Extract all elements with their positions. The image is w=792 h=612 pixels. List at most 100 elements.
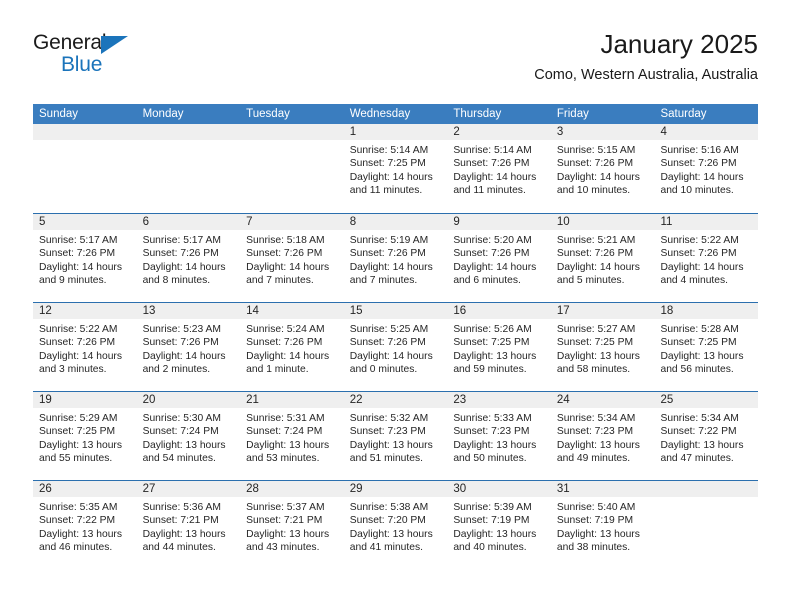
sunrise-text: Sunrise: 5:14 AM <box>349 145 429 156</box>
sunset-text: Sunset: 7:21 PM <box>246 515 323 527</box>
calendar-day-cell[interactable]: 11 Sunrise: 5:22 AM Sunset: 7:26 PM Dayligh… <box>654 214 759 302</box>
day-details: Sunrise: 5:15 AM Sunset: 7:26 PM Daylight:… <box>551 141 655 198</box>
day-number <box>33 124 137 141</box>
day-number: 25 <box>654 392 759 409</box>
daylight-text: Daylight: 14 hours and 10 minutes. <box>556 171 640 197</box>
sunrise-text: Sunrise: 5:38 AM <box>349 502 429 513</box>
sunrise-text: Sunrise: 5:28 AM <box>660 324 739 335</box>
sunset-text: Sunset: 7:26 PM <box>660 248 737 260</box>
day-details: Sunrise: 5:16 AM Sunset: 7:26 PM Daylight:… <box>654 141 758 198</box>
sunrise-text: Sunrise: 5:22 AM <box>39 324 118 335</box>
calendar-day-cell[interactable]: 21 Sunrise: 5:31 AM Sunset: 7:24 PM Dayligh… <box>240 392 344 480</box>
sunset-text: Sunset: 7:25 PM <box>660 337 737 349</box>
daylight-text: Daylight: 14 hours and 11 minutes. <box>453 171 537 197</box>
calendar-day-cell[interactable]: 26 Sunrise: 5:35 AM Sunset: 7:22 PM Dayligh… <box>33 481 137 569</box>
day-number: 30 <box>447 481 551 498</box>
daylight-text: Daylight: 13 hours and 56 minutes. <box>660 350 744 376</box>
day-number: 13 <box>136 303 241 320</box>
sunset-text: Sunset: 7:21 PM <box>142 515 219 527</box>
day-number: 17 <box>550 303 655 320</box>
calendar-day-cell[interactable]: 3 Sunrise: 5:15 AM Sunset: 7:26 PM Daylight… <box>550 124 655 213</box>
calendar-day-cell[interactable]: 30 Sunrise: 5:39 AM Sunset: 7:19 PM Dayligh… <box>447 481 551 569</box>
day-number: 10 <box>550 214 655 231</box>
day-details: Sunrise: 5:17 AM Sunset: 7:26 PM Daylight:… <box>33 231 137 288</box>
daylight-text: Daylight: 13 hours and 43 minutes. <box>246 528 330 554</box>
daylight-text: Daylight: 14 hours and 3 minutes. <box>39 350 122 376</box>
day-details: Sunrise: 5:37 AM Sunset: 7:21 PM Daylight:… <box>240 498 344 555</box>
day-details: Sunrise: 5:22 AM Sunset: 7:26 PM Daylight:… <box>33 320 137 377</box>
calendar-day-cell[interactable]: 5 Sunrise: 5:17 AM Sunset: 7:26 PM Daylight… <box>33 214 137 302</box>
calendar-day-cell[interactable]: 13 Sunrise: 5:23 AM Sunset: 7:26 PM Dayligh… <box>136 303 241 391</box>
calendar-day-cell[interactable]: 25 Sunrise: 5:34 AM Sunset: 7:22 PM Dayligh… <box>654 392 759 480</box>
calendar-day-cell[interactable]: 29 Sunrise: 5:38 AM Sunset: 7:20 PM Dayligh… <box>343 481 448 569</box>
sunset-text: Sunset: 7:26 PM <box>556 158 634 170</box>
logo-text-general: General <box>33 31 107 54</box>
daylight-text: Daylight: 14 hours and 1 minute. <box>246 350 330 376</box>
day-details: Sunrise: 5:24 AM Sunset: 7:26 PM Daylight:… <box>240 320 344 377</box>
daylight-text: Daylight: 14 hours and 8 minutes. <box>142 261 226 287</box>
day-details: Sunrise: 5:21 AM Sunset: 7:26 PM Daylight:… <box>551 231 655 288</box>
day-details: Sunrise: 5:14 AM Sunset: 7:25 PM Daylight:… <box>344 141 448 198</box>
daylight-text: Daylight: 14 hours and 6 minutes. <box>453 261 537 287</box>
day-details: Sunrise: 5:35 AM Sunset: 7:22 PM Daylight:… <box>33 498 137 555</box>
calendar-day-cell[interactable]: 23 Sunrise: 5:33 AM Sunset: 7:23 PM Dayligh… <box>447 392 551 480</box>
calendar-week-row: 19 Sunrise: 5:29 AM Sunset: 7:25 PM Dayligh… <box>33 391 759 480</box>
sunset-text: Sunset: 7:26 PM <box>246 248 323 260</box>
sunrise-text: Sunrise: 5:22 AM <box>660 235 739 246</box>
day-number: 31 <box>550 481 655 498</box>
calendar-day-cell[interactable]: 2 Sunrise: 5:14 AM Sunset: 7:26 PM Daylight… <box>447 124 551 213</box>
sunrise-text: Sunrise: 5:27 AM <box>556 324 636 335</box>
calendar-day-cell-empty <box>33 124 137 213</box>
calendar-day-cell[interactable]: 17 Sunrise: 5:27 AM Sunset: 7:25 PM Dayligh… <box>550 303 655 391</box>
calendar-day-cell[interactable]: 7 Sunrise: 5:18 AM Sunset: 7:26 PM Daylight… <box>240 214 344 302</box>
calendar-day-cell[interactable]: 28 Sunrise: 5:37 AM Sunset: 7:21 PM Dayligh… <box>240 481 344 569</box>
day-number: 7 <box>240 214 344 231</box>
calendar-day-cell[interactable]: 22 Sunrise: 5:32 AM Sunset: 7:23 PM Dayligh… <box>343 392 448 480</box>
daylight-text: Daylight: 13 hours and 54 minutes. <box>142 439 226 465</box>
sunset-text: Sunset: 7:22 PM <box>660 426 737 438</box>
calendar-day-cell[interactable]: 16 Sunrise: 5:26 AM Sunset: 7:25 PM Dayligh… <box>447 303 551 391</box>
calendar-day-cell[interactable]: 19 Sunrise: 5:29 AM Sunset: 7:25 PM Dayligh… <box>33 392 137 480</box>
calendar-day-cell[interactable]: 6 Sunrise: 5:17 AM Sunset: 7:26 PM Daylight… <box>136 214 241 302</box>
day-details: Sunrise: 5:34 AM Sunset: 7:22 PM Daylight:… <box>654 409 758 466</box>
calendar-day-cell[interactable]: 10 Sunrise: 5:21 AM Sunset: 7:26 PM Dayligh… <box>550 214 655 302</box>
sunset-text: Sunset: 7:25 PM <box>39 426 116 438</box>
sunrise-text: Sunrise: 5:23 AM <box>142 324 221 335</box>
calendar-day-cell[interactable]: 1 Sunrise: 5:14 AM Sunset: 7:25 PM Daylight… <box>343 124 448 213</box>
calendar-day-cell[interactable]: 12 Sunrise: 5:22 AM Sunset: 7:26 PM Dayligh… <box>33 303 137 391</box>
calendar-day-cell[interactable]: 8 Sunrise: 5:19 AM Sunset: 7:26 PM Daylight… <box>343 214 448 302</box>
calendar-day-cell[interactable]: 4 Sunrise: 5:16 AM Sunset: 7:26 PM Daylight… <box>654 124 759 213</box>
sunset-text: Sunset: 7:26 PM <box>39 337 116 349</box>
calendar-day-cell[interactable]: 14 Sunrise: 5:24 AM Sunset: 7:26 PM Dayligh… <box>240 303 344 391</box>
day-details: Sunrise: 5:36 AM Sunset: 7:21 PM Daylight:… <box>137 498 241 555</box>
day-details: Sunrise: 5:29 AM Sunset: 7:25 PM Daylight:… <box>33 409 137 466</box>
sunset-text: Sunset: 7:25 PM <box>453 337 530 349</box>
calendar-day-cell[interactable]: 15 Sunrise: 5:25 AM Sunset: 7:26 PM Dayligh… <box>343 303 448 391</box>
calendar-day-cell-empty <box>654 481 759 569</box>
calendar-day-cell[interactable]: 27 Sunrise: 5:36 AM Sunset: 7:21 PM Dayligh… <box>136 481 241 569</box>
logo-text-blue: Blue <box>61 53 103 76</box>
calendar-day-cell[interactable]: 31 Sunrise: 5:40 AM Sunset: 7:19 PM Dayligh… <box>550 481 655 569</box>
calendar-day-cell[interactable]: 9 Sunrise: 5:20 AM Sunset: 7:26 PM Daylight… <box>447 214 551 302</box>
weekday-header-saturday: Saturday <box>660 108 707 120</box>
day-details: Sunrise: 5:31 AM Sunset: 7:24 PM Daylight:… <box>240 409 344 466</box>
sunrise-text: Sunrise: 5:20 AM <box>453 235 532 246</box>
day-number <box>654 481 759 498</box>
sunset-text: Sunset: 7:25 PM <box>556 337 634 349</box>
general-blue-logo[interactable]: General Blue <box>33 31 183 83</box>
calendar-day-cell[interactable]: 20 Sunrise: 5:30 AM Sunset: 7:24 PM Dayligh… <box>136 392 241 480</box>
sunrise-text: Sunrise: 5:14 AM <box>453 145 532 156</box>
calendar-day-cell[interactable]: 24 Sunrise: 5:34 AM Sunset: 7:23 PM Dayligh… <box>550 392 655 480</box>
daylight-text: Daylight: 13 hours and 59 minutes. <box>453 350 537 376</box>
sunrise-text: Sunrise: 5:39 AM <box>453 502 532 513</box>
daylight-text: Daylight: 13 hours and 58 minutes. <box>556 350 640 376</box>
day-details: Sunrise: 5:20 AM Sunset: 7:26 PM Daylight:… <box>447 231 551 288</box>
sunrise-text: Sunrise: 5:25 AM <box>349 324 429 335</box>
day-number: 23 <box>447 392 551 409</box>
day-details: Sunrise: 5:34 AM Sunset: 7:23 PM Daylight:… <box>551 409 655 466</box>
sunset-text: Sunset: 7:26 PM <box>246 337 323 349</box>
day-number: 1 <box>343 124 448 141</box>
sunset-text: Sunset: 7:20 PM <box>349 515 426 527</box>
calendar-day-cell[interactable]: 18 Sunrise: 5:28 AM Sunset: 7:25 PM Dayligh… <box>654 303 759 391</box>
sunset-text: Sunset: 7:25 PM <box>349 158 426 170</box>
